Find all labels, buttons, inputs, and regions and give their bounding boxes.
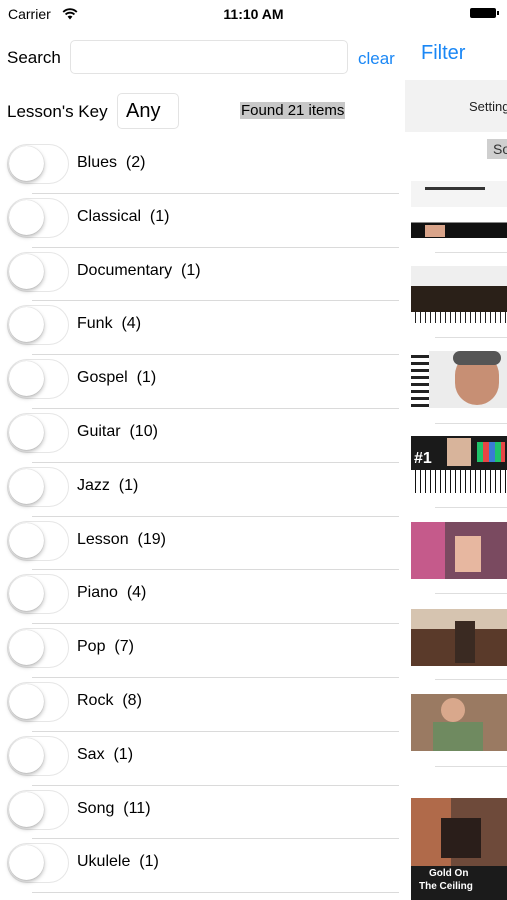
toggle-knob [9,199,44,235]
video-thumbnail[interactable]: Gold On The Ceiling [411,866,507,900]
toggle-knob [9,146,44,181]
toggle-knob [9,683,44,719]
category-toggle[interactable] [7,843,69,884]
toggle-knob [9,361,44,397]
category-label: Gospel (1) [77,369,157,387]
video-thumbnail[interactable] [411,522,507,579]
category-label: Blues (2) [77,154,146,171]
category-row: Documentary (1) [0,248,405,302]
toggle-knob [9,253,44,289]
filter-panel: Search clear Lesson's Key Any Found 21 i… [0,26,405,900]
category-row: Rock (8) [0,678,405,732]
row-divider [32,892,399,894]
category-toggle[interactable] [7,628,69,669]
settings-button[interactable]: Settings [469,99,507,114]
video-thumbnail[interactable] [411,351,507,408]
search-label: Search [7,48,61,67]
toggle-knob [9,522,44,558]
category-toggle[interactable] [7,520,69,561]
clock: 11:10 AM [223,6,284,22]
category-row: Jazz (1) [0,463,405,517]
category-toggle[interactable] [7,574,69,615]
category-toggle[interactable] [7,359,69,400]
found-count-label: Found 21 items [240,102,346,119]
search-input[interactable] [70,40,348,74]
clear-button[interactable]: clear [358,49,395,69]
toggle-knob [9,576,44,612]
category-row: Sax (1) [0,732,405,786]
toggle-knob [9,737,44,773]
video-thumbnail[interactable]: #1 [411,436,507,493]
toggle-knob [9,791,44,827]
category-toggle[interactable] [7,681,69,722]
toggle-knob [9,468,44,504]
video-thumbnail[interactable] [411,181,507,238]
toggle-knob [9,414,44,450]
category-label: Classical (1) [77,207,170,225]
category-label: Pop (7) [77,638,134,656]
category-label: Guitar (10) [77,422,158,440]
category-label: Piano (4) [77,584,147,602]
category-label: Lesson (19) [77,530,166,548]
category-toggle[interactable] [7,466,69,507]
category-toggle[interactable] [7,251,69,292]
background-lesson-view: Filter Settings Sort #1 [405,26,507,900]
category-row: Pop (7) [0,624,405,678]
category-label: Song (11) [77,799,151,817]
category-label: Sax (1) [77,745,134,763]
category-label: Funk (4) [77,315,142,333]
video-thumbnail[interactable] [411,798,507,870]
category-toggle[interactable] [7,197,69,238]
status-bar: Carrier 11:10 AM [0,0,507,26]
lessons-key-label: Lesson's Key [7,102,108,121]
thumbnail-title-line2: The Ceiling [419,881,473,892]
category-label: Documentary (1) [77,261,201,279]
category-row: Blues (2) [0,140,405,194]
category-toggle[interactable] [7,412,69,453]
category-toggle[interactable] [7,789,69,830]
video-thumbnail[interactable] [411,694,507,751]
filter-button[interactable]: Filter [421,42,465,65]
category-row: Lesson (19) [0,517,405,571]
sort-button[interactable]: Sort [487,139,507,159]
category-row: Guitar (10) [0,409,405,463]
category-row: Song (11) [0,786,405,840]
lessons-key-selector[interactable]: Any [117,93,179,129]
category-row: Ukulele (1) [0,839,405,894]
category-label: Ukulele (1) [77,853,159,871]
category-row: Piano (4) [0,570,405,625]
thumbnail-number-one: #1 [414,450,432,467]
category-row: Gospel (1) [0,355,405,409]
thumbnail-title-line1: Gold On [429,868,469,879]
battery-icon [470,8,499,18]
toggle-knob [9,630,44,666]
category-label: Rock (8) [77,691,142,709]
video-thumbnail[interactable] [411,266,507,323]
category-row: Funk (4) [0,301,405,356]
toggle-knob [9,307,44,343]
category-toggle[interactable] [7,305,69,346]
category-list: Blues (2) Classical (1) Documentary (1) … [0,140,405,894]
category-toggle[interactable] [7,144,69,184]
video-thumbnail[interactable] [411,609,507,666]
category-row: Classical (1) [0,194,405,248]
toggle-knob [9,845,44,881]
category-toggle[interactable] [7,735,69,776]
category-label: Jazz (1) [77,476,139,494]
